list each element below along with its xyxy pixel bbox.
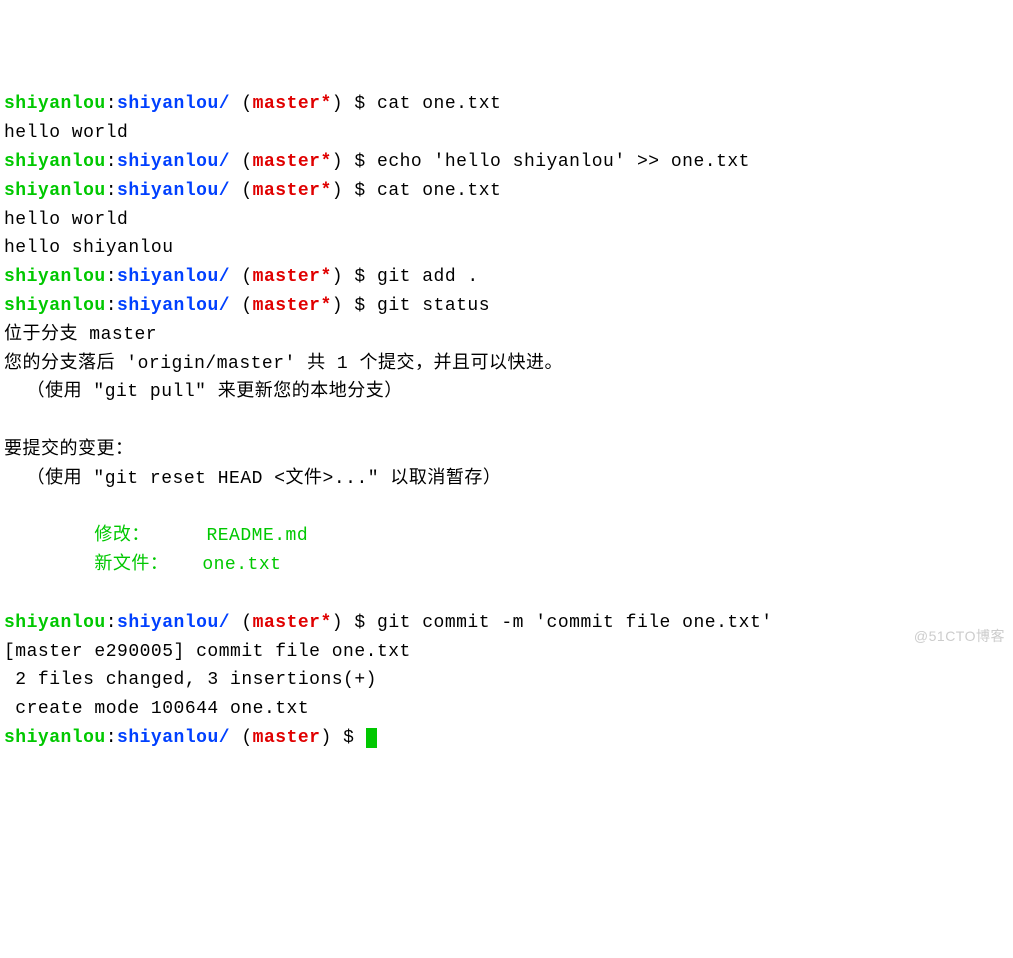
prompt-user: shiyanlou xyxy=(4,94,106,114)
prompt-branch: master* xyxy=(253,267,332,287)
output-line: hello world xyxy=(4,210,128,230)
prompt-line: shiyanlou:shiyanlou/ (master) $ xyxy=(4,728,377,748)
rparen: ) xyxy=(332,152,343,172)
modified-label: 修改： xyxy=(4,526,206,546)
output-line: （使用 "git reset HEAD <文件>..." 以取消暂存） xyxy=(4,469,501,489)
rparen: ) xyxy=(332,181,343,201)
output-line: hello shiyanlou xyxy=(4,238,174,258)
dollar: $ xyxy=(343,296,377,316)
output-line: 要提交的变更： xyxy=(4,440,134,460)
prompt-host: shiyanlou/ xyxy=(117,152,230,172)
rparen: ) xyxy=(320,728,331,748)
output-line: 位于分支 master xyxy=(4,325,157,345)
prompt-branch: master xyxy=(253,728,321,748)
rparen: ) xyxy=(332,613,343,633)
colon: : xyxy=(106,728,117,748)
lparen: ( xyxy=(230,152,253,172)
prompt-branch: master* xyxy=(253,181,332,201)
dollar: $ xyxy=(343,94,377,114)
prompt-user: shiyanlou xyxy=(4,613,106,633)
colon: : xyxy=(106,94,117,114)
prompt-host: shiyanlou/ xyxy=(117,728,230,748)
cursor-icon xyxy=(366,728,377,748)
prompt-line: shiyanlou:shiyanlou/ (master*) $ echo 'h… xyxy=(4,152,750,172)
dollar: $ xyxy=(343,152,377,172)
command-text: git add . xyxy=(377,267,479,287)
colon: : xyxy=(106,181,117,201)
output-line: 您的分支落后 'origin/master' 共 1 个提交，并且可以快进。 xyxy=(4,354,563,374)
modified-file: README.md xyxy=(206,526,308,546)
lparen: ( xyxy=(230,613,253,633)
rparen: ) xyxy=(332,267,343,287)
lparen: ( xyxy=(230,296,253,316)
prompt-user: shiyanlou xyxy=(4,267,106,287)
prompt-host: shiyanlou/ xyxy=(117,181,230,201)
prompt-host: shiyanlou/ xyxy=(117,613,230,633)
prompt-line: shiyanlou:shiyanlou/ (master*) $ cat one… xyxy=(4,181,501,201)
colon: : xyxy=(106,267,117,287)
colon: : xyxy=(106,152,117,172)
rparen: ) xyxy=(332,94,343,114)
watermark-text: @51CTO博客 xyxy=(914,625,1005,647)
prompt-line: shiyanlou:shiyanlou/ (master*) $ git add… xyxy=(4,267,479,287)
lparen: ( xyxy=(230,181,253,201)
dollar: $ xyxy=(343,613,377,633)
prompt-user: shiyanlou xyxy=(4,181,106,201)
rparen: ) xyxy=(332,296,343,316)
prompt-user: shiyanlou xyxy=(4,728,106,748)
dollar: $ xyxy=(343,267,377,287)
colon: : xyxy=(106,296,117,316)
colon: : xyxy=(106,613,117,633)
command-text: cat one.txt xyxy=(377,181,501,201)
lparen: ( xyxy=(230,728,253,748)
dollar: $ xyxy=(332,728,366,748)
command-text: cat one.txt xyxy=(377,94,501,114)
prompt-line: shiyanlou:shiyanlou/ (master*) $ cat one… xyxy=(4,94,501,114)
lparen: ( xyxy=(230,267,253,287)
prompt-branch: master* xyxy=(253,296,332,316)
prompt-line: shiyanlou:shiyanlou/ (master*) $ git com… xyxy=(4,613,773,633)
prompt-user: shiyanlou xyxy=(4,152,106,172)
dollar: $ xyxy=(343,181,377,201)
prompt-branch: master* xyxy=(253,613,332,633)
output-line: create mode 100644 one.txt xyxy=(4,699,309,719)
prompt-line: shiyanlou:shiyanlou/ (master*) $ git sta… xyxy=(4,296,490,316)
terminal-output[interactable]: shiyanlou:shiyanlou/ (master*) $ cat one… xyxy=(4,90,1009,752)
status-newfile-line: 新文件： one.txt xyxy=(4,555,281,575)
newfile-file: one.txt xyxy=(202,555,281,575)
prompt-branch: master* xyxy=(253,94,332,114)
command-text: echo 'hello shiyanlou' >> one.txt xyxy=(377,152,750,172)
prompt-host: shiyanlou/ xyxy=(117,296,230,316)
command-text: git status xyxy=(377,296,490,316)
status-modified-line: 修改： README.md xyxy=(4,526,308,546)
newfile-label: 新文件： xyxy=(4,555,202,575)
lparen: ( xyxy=(230,94,253,114)
output-line: hello world xyxy=(4,123,128,143)
prompt-user: shiyanlou xyxy=(4,296,106,316)
output-line: 2 files changed, 3 insertions(+) xyxy=(4,670,377,690)
prompt-host: shiyanlou/ xyxy=(117,94,230,114)
command-text: git commit -m 'commit file one.txt' xyxy=(377,613,773,633)
prompt-branch: master* xyxy=(253,152,332,172)
prompt-host: shiyanlou/ xyxy=(117,267,230,287)
output-line: [master e290005] commit file one.txt xyxy=(4,642,411,662)
output-line: （使用 "git pull" 来更新您的本地分支） xyxy=(4,382,403,402)
